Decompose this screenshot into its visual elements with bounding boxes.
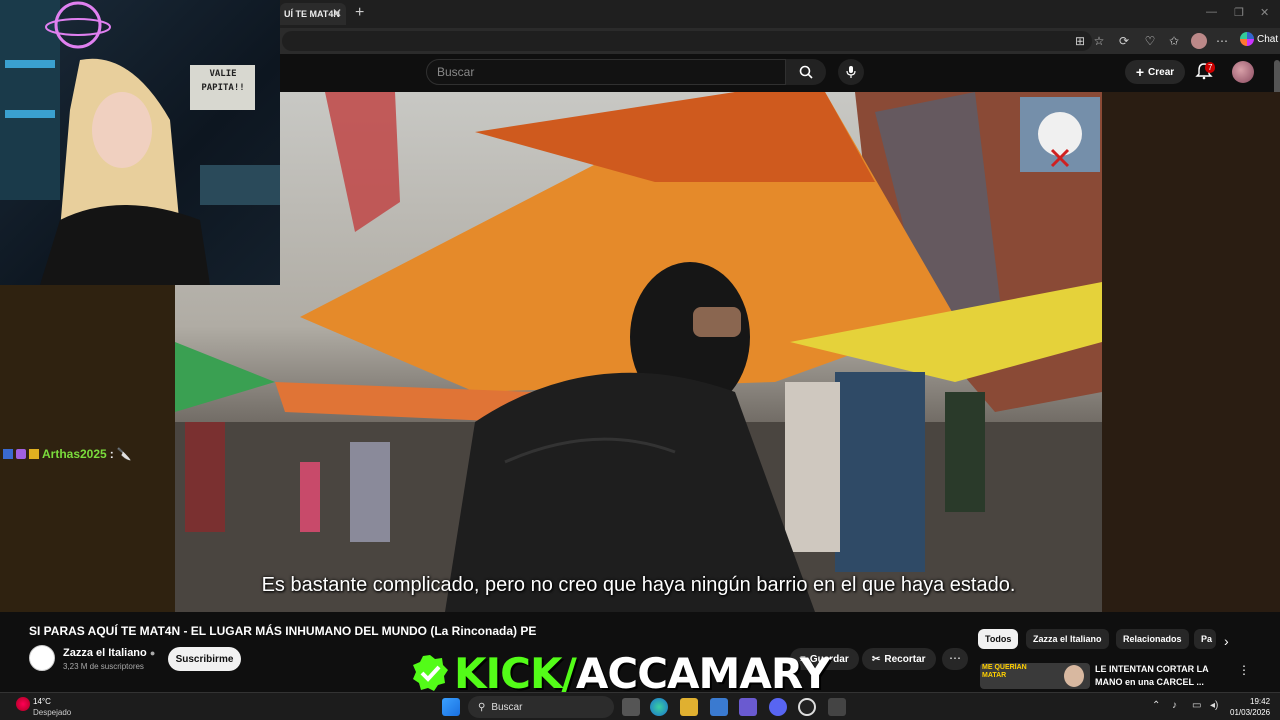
- profile-icon[interactable]: [1191, 33, 1207, 49]
- chat-username[interactable]: Arthas2025: [42, 447, 107, 461]
- search-icon: ⚲: [478, 701, 486, 713]
- streamer-webcam: VALIE PAPITA!!: [0, 0, 280, 285]
- clip-label: Recortar: [884, 653, 926, 665]
- create-button[interactable]: + Crear: [1125, 60, 1185, 84]
- close-window-button[interactable]: ✕: [1260, 6, 1269, 19]
- store-icon[interactable]: [710, 698, 728, 716]
- restore-button[interactable]: ❐: [1234, 6, 1244, 19]
- copilot-button[interactable]: Chat: [1240, 32, 1278, 46]
- search-input[interactable]: Buscar: [426, 59, 786, 85]
- create-label: Crear: [1148, 66, 1175, 78]
- new-tab-button[interactable]: +: [355, 4, 364, 22]
- copilot-icon: [1240, 32, 1254, 46]
- gem-badge-icon: [16, 449, 26, 459]
- more-actions-button[interactable]: ⋯: [942, 648, 968, 670]
- webcam-image: [0, 0, 280, 285]
- crown-badge-icon: [29, 449, 39, 459]
- voice-search-button[interactable]: [838, 59, 864, 85]
- url-field[interactable]: [282, 31, 1092, 51]
- scissors-icon: ✂: [872, 653, 881, 665]
- webcam-sign-text: VALIE PAPITA!!: [201, 69, 245, 93]
- plus-icon: +: [1135, 64, 1145, 80]
- search-icon: [799, 65, 813, 79]
- kick-overlay: KICK/ACCAMARY: [410, 648, 830, 698]
- favorite-star-icon[interactable]: ☆: [1091, 33, 1107, 49]
- video-side-backdrop: [1102, 92, 1280, 612]
- taskbar-search[interactable]: ⚲ Buscar: [468, 696, 614, 718]
- task-view-icon[interactable]: [622, 698, 640, 716]
- copilot-label: Chat: [1257, 33, 1279, 45]
- network-icon[interactable]: ▭: [1192, 700, 1201, 711]
- suggested-more-icon[interactable]: ⋮: [1238, 663, 1250, 677]
- badge-icon: [3, 449, 13, 459]
- subscribe-button[interactable]: Suscribirme: [168, 647, 241, 671]
- volume-icon[interactable]: ◂): [1210, 700, 1218, 711]
- video-player[interactable]: [175, 92, 1102, 612]
- taskbar-search-label: Buscar: [491, 701, 523, 713]
- account-avatar[interactable]: [1232, 61, 1254, 83]
- weather-icon[interactable]: [16, 697, 30, 711]
- microphone-tray-icon[interactable]: ♪: [1172, 700, 1177, 711]
- chat-message-text: 🔪: [116, 447, 132, 461]
- discord-icon[interactable]: [769, 698, 787, 716]
- teams-icon[interactable]: [739, 698, 757, 716]
- chip-related[interactable]: Relacionados: [1116, 629, 1189, 649]
- settings-gear-icon[interactable]: [828, 698, 846, 716]
- file-explorer-icon[interactable]: [680, 698, 698, 716]
- verified-icon: ●: [149, 648, 156, 658]
- video-frame-image: [175, 92, 1102, 612]
- thumbnail-face: [1064, 665, 1084, 687]
- minimize-button[interactable]: —: [1206, 6, 1217, 18]
- kick-prefix: KICK/: [454, 648, 577, 698]
- start-menu-icon[interactable]: [442, 698, 460, 716]
- microphone-icon: [846, 66, 856, 78]
- tray-chevron-icon[interactable]: ⌃: [1152, 700, 1160, 711]
- chat-message: Arthas2025 : 🔪: [3, 447, 132, 461]
- windows-taskbar: [0, 692, 1280, 720]
- weather-description: Despejado: [33, 708, 72, 717]
- favorites-icon[interactable]: ✩: [1166, 33, 1182, 49]
- chevron-right-icon[interactable]: ›: [1224, 633, 1229, 649]
- kick-username: ACCAMARY: [575, 648, 830, 698]
- thumbnail-text: ME QUERÍAN MATAR: [982, 664, 1027, 679]
- settings-more-icon[interactable]: ⋯: [1214, 33, 1230, 49]
- edge-browser-icon[interactable]: [650, 698, 668, 716]
- subscriber-count: 3,23 M de suscriptores: [63, 662, 144, 671]
- tab-close-icon[interactable]: ✕: [332, 6, 342, 20]
- channel-name[interactable]: Zazza el Italiano ●: [63, 647, 155, 659]
- install-app-icon[interactable]: ⊞: [1072, 33, 1088, 49]
- chip-all[interactable]: Todos: [978, 629, 1019, 649]
- suggested-title[interactable]: LE INTENTAN CORTAR LA MANO en una CARCEL…: [1095, 663, 1220, 689]
- chip-partial[interactable]: Pa: [1194, 629, 1216, 649]
- clip-button[interactable]: ✂ Recortar: [862, 648, 936, 670]
- video-subtitle: Es bastante complicado, pero no creo que…: [261, 574, 1016, 596]
- obs-icon[interactable]: [798, 698, 816, 716]
- chat-separator: :: [109, 447, 114, 461]
- video-title: SI PARAS AQUÍ TE MAT4N - EL LUGAR MÁS IN…: [29, 624, 537, 638]
- channel-name-text: Zazza el Italiano: [63, 647, 147, 659]
- taskbar-date[interactable]: 01/03/2026: [1230, 708, 1270, 717]
- taskbar-time[interactable]: 19:42: [1250, 697, 1270, 706]
- suggested-thumbnail[interactable]: ME QUERÍAN MATAR: [980, 663, 1090, 689]
- channel-avatar[interactable]: [29, 645, 55, 671]
- extensions-icon[interactable]: ⟳: [1116, 33, 1132, 49]
- chip-channel[interactable]: Zazza el Italiano: [1026, 629, 1109, 649]
- kick-channel-text: KICK/ACCAMARY: [454, 648, 830, 698]
- weather-temperature[interactable]: 14°C: [33, 697, 51, 706]
- verified-badge-icon: [413, 655, 448, 691]
- performance-icon[interactable]: ♡: [1142, 33, 1158, 49]
- search-button[interactable]: [786, 59, 826, 85]
